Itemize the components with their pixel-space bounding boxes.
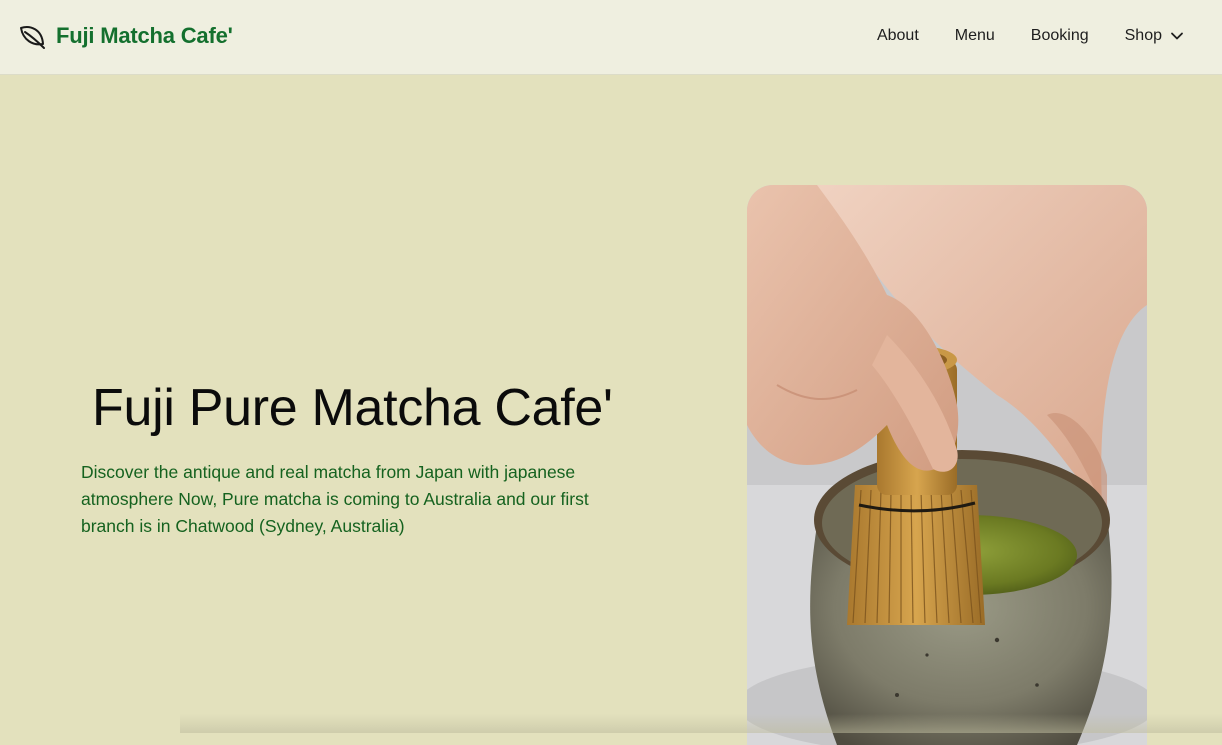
brand-name: Fuji Matcha Cafe'	[56, 23, 233, 48]
leaf-icon	[20, 26, 45, 49]
nav-menu-label: Menu	[954, 27, 995, 44]
matcha-whisk-illustration	[747, 185, 1147, 745]
hero-image	[747, 185, 1147, 745]
nav-booking[interactable]: Booking	[1031, 24, 1089, 48]
nav-about[interactable]: About	[877, 24, 919, 48]
section-divider-shadow	[180, 714, 1222, 733]
nav-shop-label: Shop	[1124, 27, 1162, 44]
brand-logo-link[interactable]: Fuji Matcha Cafe'	[18, 22, 233, 50]
hero-title: Fuji Pure Matcha Cafe'	[92, 379, 613, 437]
nav-booking-label: Booking	[1030, 27, 1089, 44]
nav-about-label: About	[876, 27, 919, 44]
chevron-down-icon	[1171, 32, 1183, 40]
navbar: Fuji Matcha Cafe' About Menu Booking Sho…	[0, 0, 1222, 75]
nav-shop-dropdown[interactable]: Shop	[1125, 24, 1184, 48]
main-nav: About Menu Booking Shop	[877, 24, 1184, 48]
nav-menu[interactable]: Menu	[955, 24, 995, 48]
hero-description: Discover the antique and real matcha fro…	[81, 462, 589, 536]
